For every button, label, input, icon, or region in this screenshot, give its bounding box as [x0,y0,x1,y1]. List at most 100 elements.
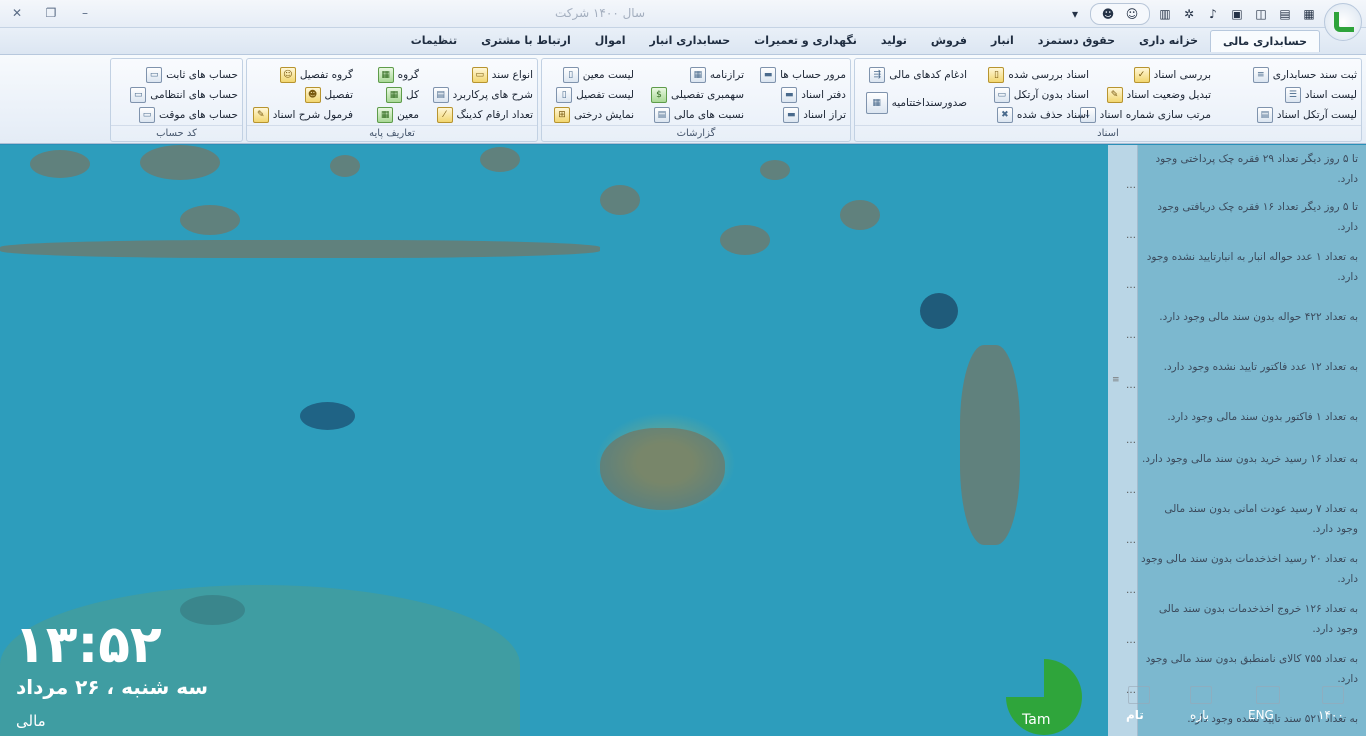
bell-icon[interactable]: ♪ [1204,5,1222,23]
splitter-grip-icon[interactable]: ≡ [1112,375,1120,385]
description-formula-button[interactable]: ✎ فرمول شرح اسناد [252,105,353,125]
app-logo[interactable] [1324,3,1362,41]
ribbon-group-title: تعاریف پایه [247,125,537,141]
tree-icon: ⊞ [554,107,570,123]
detail-list-button[interactable]: ▯ لیست تفصیل [556,85,634,105]
notification-item[interactable]: به تعداد ۲۰ رسید اخذخدمات بدون سند مالی … [1140,549,1358,589]
contact-icon[interactable]: ▣ [1228,5,1246,23]
article-list-button[interactable]: ▤ لیست آرتکل اسناد [1256,105,1357,125]
document-ledger-button[interactable]: ▬ دفتر اسناد [781,85,846,105]
user-icon: ☻ [304,87,321,103]
notification-item[interactable]: تا ۵ روز دیگر تعداد ۲۹ فقره چک پرداختی و… [1140,149,1359,189]
users-settings-icon[interactable]: ☺ [1123,5,1141,23]
ribbon-group-title: کد حساب [111,125,242,141]
restore-button[interactable]: ❐ [40,4,62,22]
trial-balance-button[interactable]: ▬ تراز اسناد [783,105,846,125]
balance-sheet-button[interactable]: ▦ ترازنامه [689,65,744,85]
moein-button[interactable]: ▦ معین [377,105,419,125]
notification-item[interactable]: به تعداد ۱ فاکتور بدون سند مالی وجود دار… [1140,407,1358,427]
tab-payroll[interactable]: حقوق دستمزد [1026,30,1127,52]
review-accounts-button[interactable]: ▬ مرور حساب ها [760,65,846,85]
window-icon[interactable] [1128,686,1150,704]
printer-icon: ▬ [783,107,800,123]
book-icon[interactable]: ◫ [1252,5,1270,23]
notification-item[interactable]: به تعداد ۱۶ رسید خرید بدون سند مالی وجود… [1140,449,1358,469]
window-icon: ▭ [146,67,163,83]
tab-warehouse[interactable]: انبار [979,30,1026,52]
close-button[interactable]: ✕ [6,4,28,22]
financial-ratios-button[interactable]: ▤ نسبت های مالی [653,105,744,125]
document-list-button[interactable]: ☰ لیست اسناد [1284,85,1357,105]
minimize-button[interactable]: – [74,4,96,22]
reviewed-documents-button[interactable]: ▯ اسناد بررسی شده [988,65,1089,85]
tab-production[interactable]: تولید [869,30,919,52]
ribbon: ≡ ثبت سند حسابداری ☰ لیست اسناد ▤ لیست آرتک… [0,54,1366,144]
kol-grid-icon: ▦ [386,87,403,103]
memo-accounts-button[interactable]: ▭ حساب های انتظامی [130,85,238,105]
user-search-icon[interactable]: ☻ [1099,5,1117,23]
register-document-button[interactable]: ≡ ثبت سند حسابداری [1252,65,1357,85]
change-status-button[interactable]: ✎ تبدیل وضعیت اسناد [1106,85,1211,105]
notification-item[interactable]: به تعداد ۱۲۶ خروج اخذخدمات بدون سند مالی… [1140,599,1358,639]
calculator-icon[interactable]: ▦ [1300,5,1318,23]
tab-treasury[interactable]: خزانه داری [1127,30,1210,52]
merge-codes-button[interactable]: ⇶ ادغام کدهای مالی [869,65,967,85]
fixed-accounts-button[interactable]: ▭ حساب های ثابت [146,65,238,85]
user-tools-group: ☺ ☻ [1090,3,1150,25]
tab-maintenance[interactable]: نگهداری و تعمیرات [742,30,869,52]
detail-button[interactable]: ☻ تفصیل [304,85,353,105]
closing-doc-icon: ▦ [865,92,888,114]
period-label: بازه [1190,708,1210,722]
descriptions-icon: ▤ [432,87,449,103]
group-button[interactable]: ▦ گروه [377,65,419,85]
notification-item[interactable]: به تعداد ۷ رسید عودت امانی بدون سند مالی… [1140,499,1358,539]
keyboard-icon[interactable] [1256,686,1280,704]
tab-crm[interactable]: ارتباط با مشتری [469,30,583,52]
ratio-icon: ▤ [653,107,670,123]
moein-list-button[interactable]: ▯ لیست معین [562,65,634,85]
tab-financial-accounting[interactable]: حسابداری مالی [1210,30,1320,52]
tam-badge-label: Tam [1022,712,1051,728]
coding-digits-button[interactable]: ⁄ تعداد ارقام کدینگ [436,105,533,125]
tab-assets[interactable]: اموال [583,30,638,52]
app-title: سال ۱۴۰۰ شرکت [554,6,646,20]
tab-sales[interactable]: فروش [919,30,979,52]
book-icon[interactable] [1190,686,1212,704]
tab-settings[interactable]: تنظیمات [399,30,469,52]
pencil-icon: ✎ [252,107,269,123]
temporary-accounts-button[interactable]: ▭ حساب های موقت [139,105,238,125]
tree-view-button[interactable]: ⊞ نمایش درختی [554,105,634,125]
notification-item[interactable]: تا ۵ روز دیگر تعداد ۱۶ فقره چک دریافتی و… [1140,197,1358,237]
users-group-icon: ☺ [279,67,296,83]
ribbon-group-documents: ≡ ثبت سند حسابداری ☰ لیست اسناد ▤ لیست آرتک… [854,58,1362,142]
calendar-year-icon[interactable] [1322,686,1344,704]
ribbon-tab-bar: حسابداری مالی خزانه داری حقوق دستمزد انب… [0,28,1366,54]
article-list-icon: ▤ [1256,107,1273,123]
ribbon-group-title: اسناد [855,125,1361,141]
notification-item[interactable]: به تعداد ۱۲ عدد فاکتور تایید نشده وجود د… [1140,357,1358,377]
common-descriptions-button[interactable]: ▤ شرح های پرکاربرد [432,85,533,105]
notification-collapse-strip[interactable]: … … … … … … … … … … … ≡ [1108,145,1138,736]
deleted-doc-icon: ✖ [996,107,1013,123]
notification-item[interactable]: به تعداد ۱ عدد حواله انبار به انبارتایید… [1140,247,1358,287]
tab-warehouse-accounting[interactable]: حسابداری انبار [638,30,743,52]
year-label: ۱۴۰۰ [1318,708,1344,722]
language-label: ENG [1248,708,1274,722]
page-icon: ▯ [556,87,573,103]
bug-icon[interactable]: ✲ [1180,5,1198,23]
no-article-documents-button[interactable]: ▭ اسناد بدون آرتکل [993,85,1089,105]
kol-button[interactable]: ▦ کل [386,85,419,105]
review-documents-button[interactable]: ✓ بررسی اسناد [1133,65,1211,85]
notification-item[interactable]: به تعداد ۴۲۲ حواله بدون سند مالی وجود دا… [1140,307,1358,327]
qat-dropdown-icon[interactable]: ▾ [1066,5,1084,23]
detail-group-button[interactable]: ☺ گروه تفصیل [279,65,353,85]
closing-document-button[interactable]: ▦ صدورسنداختتامیه [865,92,967,114]
list-icon[interactable]: ▥ [1156,5,1174,23]
calendar-icon[interactable]: ▤ [1276,5,1294,23]
sort-numbers-button[interactable]: ↓ مرتب سازی شماره اسناد [1079,105,1211,125]
document-types-button[interactable]: ▭ انواع سند [471,65,533,85]
desktop-module-label: مالی [16,712,46,730]
deleted-documents-button[interactable]: ✖ اسناد حذف شده [996,105,1089,125]
detail-allocation-button[interactable]: $ سهمبری تفصیلی [651,85,744,105]
desktop-date: سه شنبه ، ۲۶ مرداد [16,675,209,699]
